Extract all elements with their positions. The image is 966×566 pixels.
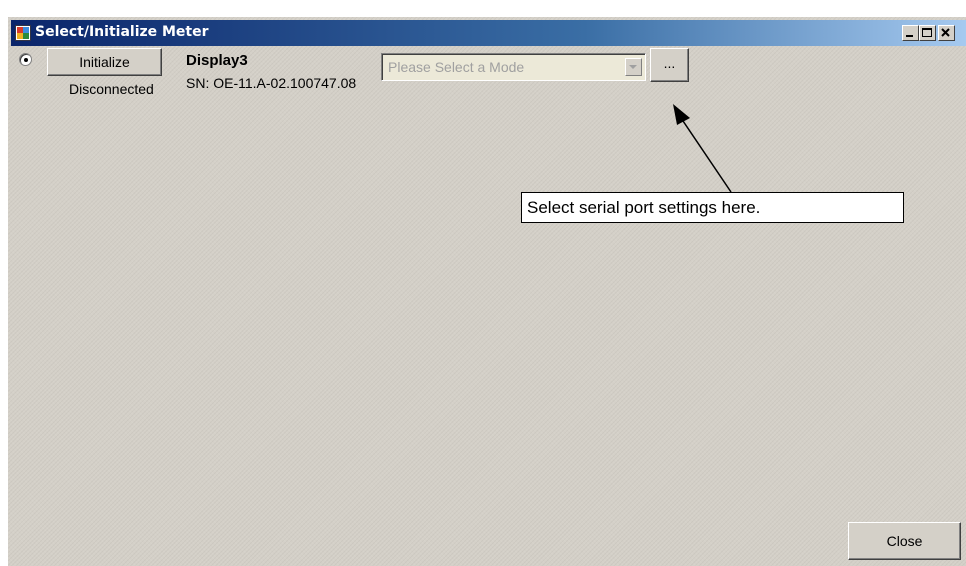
maximize-icon xyxy=(922,28,932,37)
dialog-body: Initialize Disconnected Display3 SN: OE-… xyxy=(8,46,966,566)
minimize-button[interactable] xyxy=(902,25,919,41)
callout-annotation: Select serial port settings here. xyxy=(521,192,904,223)
maximize-button[interactable] xyxy=(919,25,936,41)
select-initialize-meter-window: Select/Initialize Meter Initialize Disco… xyxy=(7,16,966,566)
callout-arrow-icon xyxy=(673,104,732,193)
title-bar[interactable]: Select/Initialize Meter xyxy=(11,20,966,46)
minimize-icon xyxy=(906,35,913,37)
app-icon xyxy=(15,25,31,41)
close-window-button[interactable] xyxy=(938,25,955,41)
close-button[interactable]: Close xyxy=(848,522,961,560)
window-title: Select/Initialize Meter xyxy=(35,24,209,40)
close-icon xyxy=(941,28,950,37)
